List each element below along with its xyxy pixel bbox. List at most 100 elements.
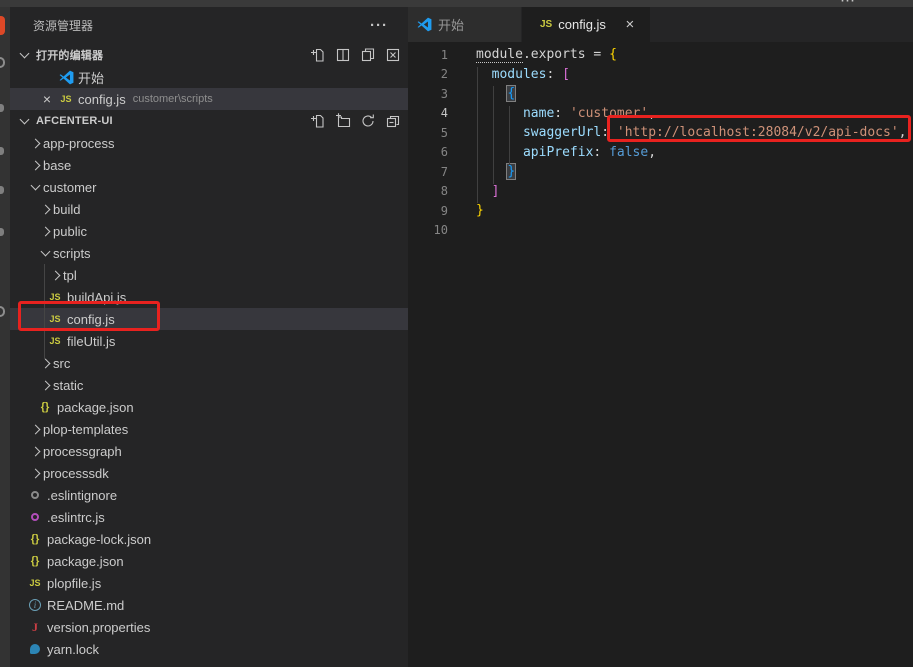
activity-icon-partial[interactable] [0, 228, 4, 236]
tree-item-public[interactable]: public [10, 220, 408, 242]
split-editor-icon[interactable] [335, 47, 351, 63]
tree-item-label: public [53, 224, 87, 239]
chevron-down-icon[interactable] [16, 119, 32, 123]
open-editors-section-header[interactable]: 打开的编辑器 [10, 44, 408, 66]
code-line-4[interactable]: 4 name: 'customer', [408, 104, 913, 124]
tree-item-version-properties[interactable]: Jversion.properties [10, 616, 408, 638]
chevron-right-icon[interactable] [27, 140, 43, 147]
close-all-editors-icon[interactable] [385, 47, 401, 63]
tree-item-package-lock-json[interactable]: {}package-lock.json [10, 528, 408, 550]
project-section-header[interactable]: AFCENTER-UI [10, 110, 408, 132]
code-line-10[interactable]: 10 [408, 221, 913, 241]
tree-item-scripts[interactable]: scripts [10, 242, 408, 264]
activity-icon-partial[interactable] [0, 147, 4, 155]
tree-item-label: .eslintrc.js [47, 510, 105, 525]
tree-item-plop-templates[interactable]: plop-templates [10, 418, 408, 440]
activity-icon-partial[interactable] [0, 104, 4, 112]
tree-item-package-json[interactable]: {}package.json [10, 396, 408, 418]
code-line-5[interactable]: 5 swaggerUrl: 'http://localhost:28084/v2… [408, 123, 913, 143]
tab-label: 开始 [438, 15, 464, 34]
tree-item-fileutil-js[interactable]: JSfileUtil.js [10, 330, 408, 352]
eslint-config-icon [27, 513, 43, 521]
chevron-down-icon[interactable] [27, 185, 43, 189]
activity-icon-partial[interactable] [0, 186, 4, 194]
tree-item-build[interactable]: build [10, 198, 408, 220]
save-all-icon[interactable] [360, 47, 376, 63]
tree-item-plopfile-js[interactable]: JSplopfile.js [10, 572, 408, 594]
open-editor-label: config.js [78, 92, 126, 107]
project-name-label: AFCENTER-UI [36, 115, 310, 127]
code-line-2[interactable]: 2 modules: [ [408, 65, 913, 85]
line-number: 4 [408, 106, 448, 120]
tree-item--eslintignore[interactable]: .eslintignore [10, 484, 408, 506]
tree-item-static[interactable]: static [10, 374, 408, 396]
open-editor-item-start[interactable]: 开始 [10, 66, 408, 88]
tree-item-readme-md[interactable]: iREADME.md [10, 594, 408, 616]
js-icon: JS [540, 19, 552, 30]
tree-item-src[interactable]: src [10, 352, 408, 374]
tree-item-processgraph[interactable]: processgraph [10, 440, 408, 462]
line-number: 7 [408, 165, 448, 179]
tree-item-label: static [53, 378, 83, 393]
code-line-7[interactable]: 7 } [408, 162, 913, 182]
views-more-actions-icon[interactable]: ··· [370, 17, 388, 34]
tree-item-customer[interactable]: customer [10, 176, 408, 198]
eslint-ignore-icon [27, 491, 43, 499]
tree-item-label: yarn.lock [47, 642, 99, 657]
chevron-down-icon[interactable] [16, 53, 32, 57]
vscode-logo [417, 17, 432, 32]
code-line-1[interactable]: 1module.exports = { [408, 45, 913, 65]
chevron-right-icon[interactable] [37, 206, 53, 213]
tab-label: config.js [558, 17, 606, 32]
chevron-right-icon[interactable] [27, 426, 43, 433]
close-icon[interactable]: × [40, 91, 54, 107]
explorer-title: 资源管理器 [33, 17, 370, 34]
json-icon: {} [37, 401, 53, 413]
editor-more-actions-icon[interactable]: ⋯ [840, 0, 857, 7]
tab-config-js[interactable]: JS config.js × [522, 7, 650, 42]
activity-icon-partial[interactable] [0, 57, 5, 68]
js-icon: JS [47, 314, 63, 324]
info-icon: i [27, 599, 43, 611]
tab-开始[interactable]: 开始 [408, 7, 522, 42]
new-folder-icon[interactable] [335, 113, 351, 129]
tree-item-processsdk[interactable]: processsdk [10, 462, 408, 484]
activity-icon-partial[interactable] [0, 306, 5, 317]
chevron-right-icon[interactable] [37, 382, 53, 389]
chevron-right-icon[interactable] [37, 228, 53, 235]
tree-item-package-json[interactable]: {} package.json [10, 550, 408, 572]
code-line-8[interactable]: 8 ] [408, 182, 913, 202]
chevron-right-icon[interactable] [27, 470, 43, 477]
tree-item-label: package.json [47, 554, 124, 569]
tree-item-base[interactable]: base [10, 154, 408, 176]
line-number: 3 [408, 87, 448, 101]
chevron-right-icon[interactable] [27, 448, 43, 455]
chevron-down-icon[interactable] [37, 251, 53, 255]
tree-item-config-js[interactable]: JSconfig.js [10, 308, 408, 330]
new-file-icon[interactable] [310, 113, 326, 129]
tree-item--eslintrc-js[interactable]: .eslintrc.js [10, 506, 408, 528]
tree-item-yarn-lock[interactable]: yarn.lock [10, 638, 408, 660]
collapse-all-icon[interactable] [385, 113, 401, 129]
code-line-9[interactable]: 9} [408, 201, 913, 221]
code-editor[interactable]: 1module.exports = {2 modules: [3 {4 name… [408, 42, 913, 667]
close-icon[interactable]: × [622, 16, 638, 33]
tree-item-buildapi-js[interactable]: JSbuildApi.js [10, 286, 408, 308]
tree-item-tpl[interactable]: tpl [10, 264, 408, 286]
chevron-right-icon[interactable] [37, 360, 53, 367]
json-icon: {} [27, 533, 43, 545]
activity-badge-partial [0, 16, 5, 35]
tree-item-label: app-process [43, 136, 115, 151]
code-line-6[interactable]: 6 apiPrefix: false, [408, 143, 913, 163]
json-icon: {} [27, 555, 43, 567]
activity-bar [0, 7, 10, 667]
open-editor-item-config-js[interactable]: × JS config.js customer\scripts [10, 88, 408, 110]
chevron-right-icon[interactable] [27, 162, 43, 169]
tree-item-app-process[interactable]: app-process [10, 132, 408, 154]
open-editor-path: customer\scripts [133, 93, 213, 105]
code-line-3[interactable]: 3 { [408, 84, 913, 104]
chevron-right-icon[interactable] [47, 272, 63, 279]
refresh-icon[interactable] [360, 113, 376, 129]
tree-item-label: processgraph [43, 444, 122, 459]
new-file-icon[interactable] [310, 47, 326, 63]
